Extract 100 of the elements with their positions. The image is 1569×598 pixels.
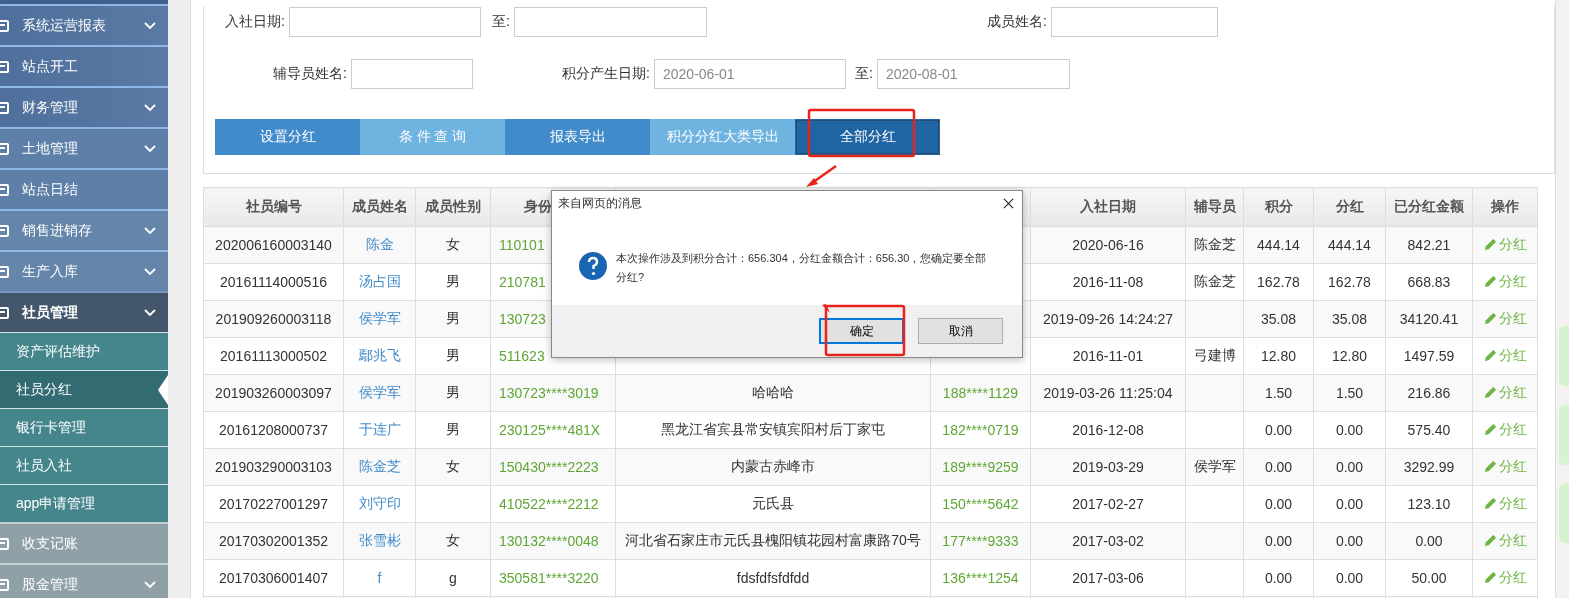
input-field[interactable] [351,58,473,89]
table-cell: 35.08 [1313,300,1386,338]
field-label: 入社日期: [224,12,286,31]
question-icon [578,251,608,281]
sidebar-item[interactable]: 销售进销存 [0,209,168,250]
action-button[interactable]: 设置分红 [215,119,360,155]
table-cell: 2016-11-08 [1030,263,1186,301]
table-cell: 0.00 [1313,448,1386,486]
close-icon[interactable] [1003,197,1014,209]
pencil-icon [1483,312,1497,326]
column-header: 操作 [1472,187,1538,227]
table-cell: 河北省石家庄市元氏县槐阳镇花园村富康路70号 [615,522,931,560]
table-cell: 男 [415,374,491,412]
table-cell: 男 [415,300,491,338]
date-field[interactable]: 2020-08-01 [877,58,1070,89]
table-cell: 0.00 [1313,559,1386,597]
submenu-item[interactable]: 银行卡管理 [0,408,168,446]
dialog-button[interactable]: 取消 [918,318,1003,344]
action-button[interactable]: 报表导出 [505,119,650,155]
member-name-link[interactable]: 陈金 [365,236,394,252]
input-field[interactable] [289,6,481,37]
table-cell: 201903290003103 [203,448,344,486]
table-cell: 2016-11-01 [1030,337,1186,375]
selection-notch-icon [158,375,168,405]
input-field[interactable] [1051,6,1218,37]
table-cell: 2017-03-02 [1030,522,1186,560]
column-header: 积分 [1243,187,1314,227]
column-header: 辅导员 [1185,187,1244,227]
table-cell: 1.50 [1243,374,1314,412]
table-cell: 162.78 [1243,263,1314,301]
pencil-icon [1483,497,1497,511]
table-cell: 2019-09-26 14:24:27 [1030,300,1186,338]
table-cell: 150****5642 [930,485,1031,523]
table-cell: 黑龙江省宾县常安镇宾阳村后丁家屯 [615,411,931,449]
table-cell: 130132****0048 [490,522,616,560]
input-field[interactable] [514,6,707,37]
table-cell: 0.00 [1243,522,1314,560]
sidebar-item[interactable]: 生产入库 [0,250,168,291]
table-cell: 575.40 [1385,411,1473,449]
sidebar-item[interactable]: 社员管理 [0,291,168,332]
sidebar-item[interactable]: 系统运营报表 [0,4,168,45]
sidebar-item[interactable]: 收支记账 [0,522,168,563]
table-cell: 女 [415,448,491,486]
table-cell: 177****9333 [930,522,1031,560]
table-cell: 12.80 [1313,337,1386,375]
pencil-icon [1483,275,1497,289]
action-button[interactable]: 全部分红 [795,119,940,155]
table-cell: 20170306001407 [203,559,344,597]
table-cell: 201903260003097 [203,374,344,412]
action-button[interactable]: 条 件 查 询 [360,119,505,155]
table-cell: 哈哈哈 [615,374,931,412]
table-cell: 2016-12-08 [1030,411,1186,449]
pencil-icon [1483,238,1497,252]
table-cell: 668.83 [1385,263,1473,301]
annotation-arrow [806,164,837,187]
member-name-link[interactable]: f [377,570,382,586]
pencil-icon [1483,534,1497,548]
table-cell: 410522****2212 [490,485,616,523]
table-cell: 20161113000502 [203,337,344,375]
table-cell: 1497.59 [1385,337,1473,375]
pencil-icon [1483,571,1497,585]
submenu-item[interactable]: 社员分红 [0,370,168,408]
table-cell: 2019-03-29 [1030,448,1186,486]
table-cell: 230125****481X [490,411,616,449]
table-cell: 136****1254 [930,559,1031,597]
sidebar-item[interactable]: 土地管理 [0,127,168,168]
pencil-icon [1483,460,1497,474]
table-cell: 侯学军 [1185,448,1244,486]
dialog-button[interactable]: 确定 [819,318,904,344]
table-cell: 35.08 [1243,300,1314,338]
pencil-icon [1483,349,1497,363]
sidebar-item[interactable]: 财务管理 [0,86,168,127]
table-cell: 男 [415,263,491,301]
sidebar-item[interactable]: 站点开工 [0,45,168,86]
action-button[interactable]: 积分分红大类导出 [650,119,795,155]
table-cell: 弓建博 [1185,337,1244,375]
submenu-item[interactable]: 资产评估维护 [0,332,168,370]
table-cell: 陈金芝 [1185,226,1244,264]
submenu-item[interactable]: 社员入社 [0,446,168,484]
table-cell: g [415,559,491,597]
table-cell: 0.00 [1243,485,1314,523]
table-cell: 女 [415,522,491,560]
table-cell: 0.00 [1385,522,1473,560]
table-cell: 201909260003118 [203,300,344,338]
table-cell: 20170302001352 [203,522,344,560]
sidebar-item[interactable]: 站点日结 [0,168,168,209]
table-cell: 444.14 [1313,226,1386,264]
table-cell: 842.21 [1385,226,1473,264]
column-header: 成员姓名 [343,187,416,227]
table-cell: 陈金芝 [1185,263,1244,301]
table-cell: 189****9259 [930,448,1031,486]
table-cell: 元氏县 [615,485,931,523]
table-cell: 2017-02-27 [1030,485,1186,523]
date-field[interactable]: 2020-06-01 [654,58,846,89]
sidebar-item[interactable]: 股金管理 [0,563,168,598]
field-label: 积分产生日期: [561,64,651,83]
submenu-item[interactable]: app申请管理 [0,484,168,522]
table-cell: 2020-06-16 [1030,226,1186,264]
column-header: 已分红金额 [1385,187,1473,227]
field-label: 成员姓名: [986,12,1048,31]
